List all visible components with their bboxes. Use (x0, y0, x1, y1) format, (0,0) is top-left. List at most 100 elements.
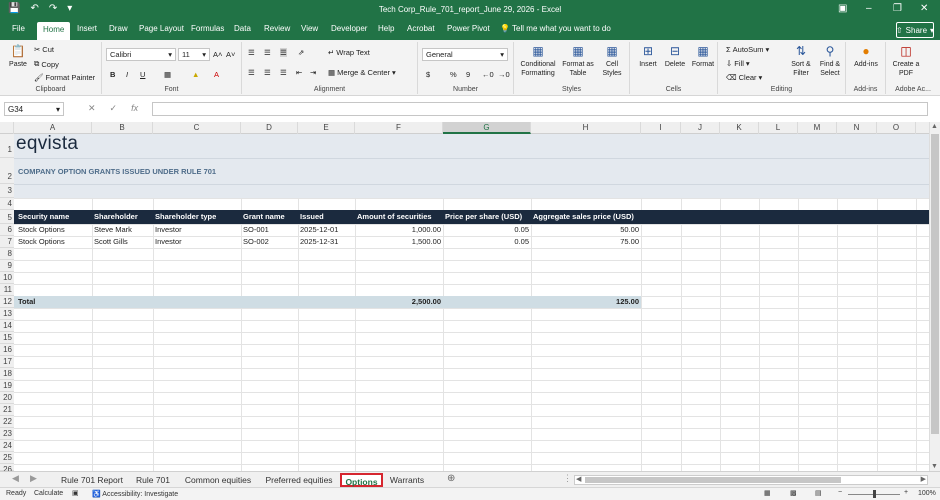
orientation-icon[interactable]: ⇗ (298, 48, 304, 57)
autosum-button[interactable]: Σ AutoSum ▾ (726, 45, 769, 54)
tab-review[interactable]: Review (264, 24, 290, 33)
vertical-scrollbar[interactable]: ▲ ▼ (929, 122, 940, 471)
table-cell[interactable]: Scott Gills (94, 236, 128, 248)
row-header[interactable]: 10 (0, 272, 14, 284)
row-header[interactable]: 8 (0, 248, 14, 260)
wrap-text-button[interactable]: ↵ Wrap Text (328, 48, 370, 57)
clear-button[interactable]: ⌫ Clear ▾ (726, 73, 762, 82)
bold-button[interactable]: B (110, 70, 115, 79)
number-format-dropdown[interactable]: General ▾ (422, 48, 508, 61)
column-header[interactable]: E (298, 122, 355, 134)
table-cell[interactable]: Steve Mark (94, 224, 132, 236)
cut-button[interactable]: ✂ Cut (34, 45, 54, 54)
normal-view-icon[interactable]: ▦ (764, 489, 771, 497)
row-header[interactable]: 21 (0, 404, 14, 416)
column-header[interactable]: H (531, 122, 641, 134)
paste-button[interactable]: 📋 Paste (6, 44, 30, 69)
row-header[interactable]: 9 (0, 260, 14, 272)
zoom-slider-thumb[interactable] (873, 490, 876, 498)
tab-developer[interactable]: Developer (331, 24, 367, 33)
total-aggregate[interactable]: 125.00 (531, 296, 639, 308)
worksheet-grid[interactable]: A B C D E F G H I J K L M N O eqvista CO… (0, 122, 929, 471)
table-cell[interactable]: 2025-12-31 (300, 236, 338, 248)
table-cell[interactable]: 1,500.00 (355, 236, 441, 248)
row-header[interactable]: 26 (0, 464, 14, 471)
column-header[interactable]: K (720, 122, 759, 134)
add-sheet-icon[interactable]: ⊕ (447, 473, 455, 484)
table-cell[interactable]: SO-001 (243, 224, 269, 236)
tab-file[interactable]: File (12, 24, 25, 33)
accessibility-status[interactable]: ♿ Accessibility: Investigate (92, 490, 178, 498)
insert-button[interactable]: ⊞ Insert (636, 44, 660, 69)
column-header[interactable]: F (355, 122, 443, 134)
column-header[interactable]: O (877, 122, 916, 134)
scroll-right-icon[interactable]: ▶ (30, 473, 37, 484)
row-header[interactable]: 18 (0, 368, 14, 380)
scroll-down-icon[interactable]: ▼ (931, 463, 938, 470)
decrease-decimal-icon[interactable]: →0 (498, 70, 510, 79)
ribbon-display-icon[interactable]: ▣ (838, 3, 847, 14)
sheet-tab-active[interactable]: Options (340, 473, 383, 487)
row-header[interactable]: 6 (0, 224, 14, 236)
tell-me-box[interactable]: 💡 Tell me what you want to do (500, 24, 611, 33)
formula-input[interactable] (152, 102, 928, 116)
enter-icon[interactable]: ✓ (110, 103, 118, 114)
table-cell[interactable]: 0.05 (443, 236, 529, 248)
align-bottom-icon[interactable]: ☰ (280, 48, 287, 57)
conditional-formatting-button[interactable]: ▦ Conditional Formatting (520, 44, 556, 78)
font-color-icon[interactable]: A (214, 70, 219, 79)
tab-power-pivot[interactable]: Power Pivot (447, 24, 490, 33)
format-painter-button[interactable]: 🖌 Format Painter (34, 73, 95, 82)
sheet-tab[interactable]: Common equities (178, 473, 258, 487)
row-header[interactable]: 4 (0, 198, 14, 210)
italic-button[interactable]: I (126, 70, 128, 79)
table-cell[interactable]: SO-002 (243, 236, 269, 248)
column-header[interactable]: M (798, 122, 837, 134)
column-header[interactable]: B (92, 122, 153, 134)
column-header[interactable]: I (641, 122, 681, 134)
row-header[interactable]: 7 (0, 236, 14, 248)
tab-home[interactable]: Home (37, 22, 71, 40)
delete-button[interactable]: ⊟ Delete (662, 44, 688, 69)
sort-filter-button[interactable]: ⇅ Sort & Filter (788, 44, 814, 78)
total-label[interactable]: Total (18, 296, 35, 308)
underline-button[interactable]: U (140, 70, 145, 79)
format-button[interactable]: ▦ Format (690, 44, 716, 69)
sheet-tab[interactable]: Rule 701 (130, 473, 176, 487)
table-cell[interactable]: Investor (155, 236, 182, 248)
create-pdf-button[interactable]: ◫ Create a PDF (890, 44, 922, 78)
column-header[interactable]: J (681, 122, 720, 134)
zoom-out-icon[interactable]: − (838, 489, 842, 496)
tab-insert[interactable]: Insert (77, 24, 97, 33)
column-header[interactable]: D (241, 122, 298, 134)
tab-page-layout[interactable]: Page Layout (139, 24, 184, 33)
macro-record-icon[interactable]: ▣ (72, 489, 79, 497)
align-top-icon[interactable]: ☰ (248, 48, 255, 57)
increase-decimal-icon[interactable]: ←0 (482, 70, 494, 79)
table-cell[interactable]: 1,000.00 (355, 224, 441, 236)
page-break-view-icon[interactable]: ▤ (815, 489, 822, 497)
table-cell[interactable]: 50.00 (531, 224, 639, 236)
tab-data[interactable]: Data (234, 24, 251, 33)
row-header[interactable]: 16 (0, 344, 14, 356)
table-cell[interactable]: 2025-12-01 (300, 224, 338, 236)
row-header[interactable]: 24 (0, 440, 14, 452)
column-header[interactable]: C (153, 122, 241, 134)
table-cell[interactable]: Stock Options (18, 236, 65, 248)
column-header[interactable]: L (759, 122, 798, 134)
share-button[interactable]: ⇧ Share ▾ (896, 22, 934, 38)
table-cell[interactable]: 75.00 (531, 236, 639, 248)
tab-help[interactable]: Help (378, 24, 394, 33)
row-header[interactable]: 25 (0, 452, 14, 464)
increase-indent-icon[interactable]: ⇥ (310, 68, 316, 77)
table-cell[interactable]: 0.05 (443, 224, 529, 236)
sheet-tab[interactable]: Rule 701 Report (56, 473, 128, 487)
column-header[interactable]: N (837, 122, 877, 134)
font-size-dropdown[interactable]: 11 ▾ (178, 48, 210, 61)
tab-split-handle-icon[interactable]: ⋮ (563, 473, 572, 484)
page-layout-view-icon[interactable]: ▩ (790, 489, 797, 497)
row-header[interactable]: 17 (0, 356, 14, 368)
name-box[interactable]: G34 ▾ (4, 102, 64, 116)
row-header[interactable]: 12 (0, 296, 14, 308)
zoom-in-icon[interactable]: + (904, 489, 908, 496)
